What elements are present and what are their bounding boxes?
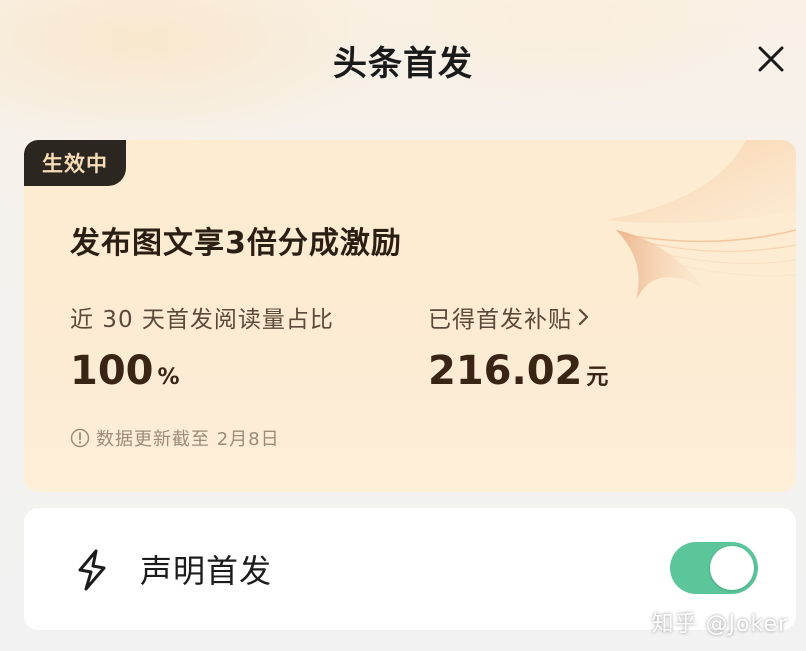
subsidy-label: 已得首发补贴 <box>428 307 572 333</box>
first-publish-panel: 头条首发 生效中 发布图文享3倍分成激励 近 30 天首发阅读量占比 已得首发补… <box>0 0 806 651</box>
incentive-headline: 发布图文享3倍分成激励 <box>70 226 402 261</box>
status-badge: 生效中 <box>24 140 126 186</box>
read-share-label: 近 30 天首发阅读量占比 <box>70 307 334 333</box>
info-icon <box>70 428 90 448</box>
incentive-card: 生效中 发布图文享3倍分成激励 近 30 天首发阅读量占比 已得首发补贴 100… <box>24 140 796 492</box>
toggle-knob <box>710 546 754 590</box>
read-share-unit: % <box>157 365 180 390</box>
subsidy-value: 216.02 元 <box>428 348 608 394</box>
read-share-number: 100 <box>70 348 154 394</box>
lightning-icon <box>78 549 106 591</box>
subsidy-number: 216.02 <box>428 348 583 394</box>
watermark: 知乎 @Joker <box>651 612 788 637</box>
update-note-text: 数据更新截至 2月8日 <box>96 429 280 450</box>
declare-first-publish-toggle[interactable] <box>670 542 758 594</box>
page-title: 头条首发 <box>333 44 473 84</box>
close-button[interactable] <box>748 38 794 80</box>
declare-first-publish-label: 声明首发 <box>140 552 273 590</box>
chevron-right-icon <box>578 308 590 326</box>
close-icon <box>758 46 784 72</box>
subsidy-unit: 元 <box>586 365 609 390</box>
read-share-value: 100 % <box>70 348 180 394</box>
subsidy-link[interactable]: 已得首发补贴 <box>428 300 590 334</box>
decorative-ribbon-icon <box>606 140 796 300</box>
update-note: 数据更新截至 2月8日 <box>70 425 280 451</box>
